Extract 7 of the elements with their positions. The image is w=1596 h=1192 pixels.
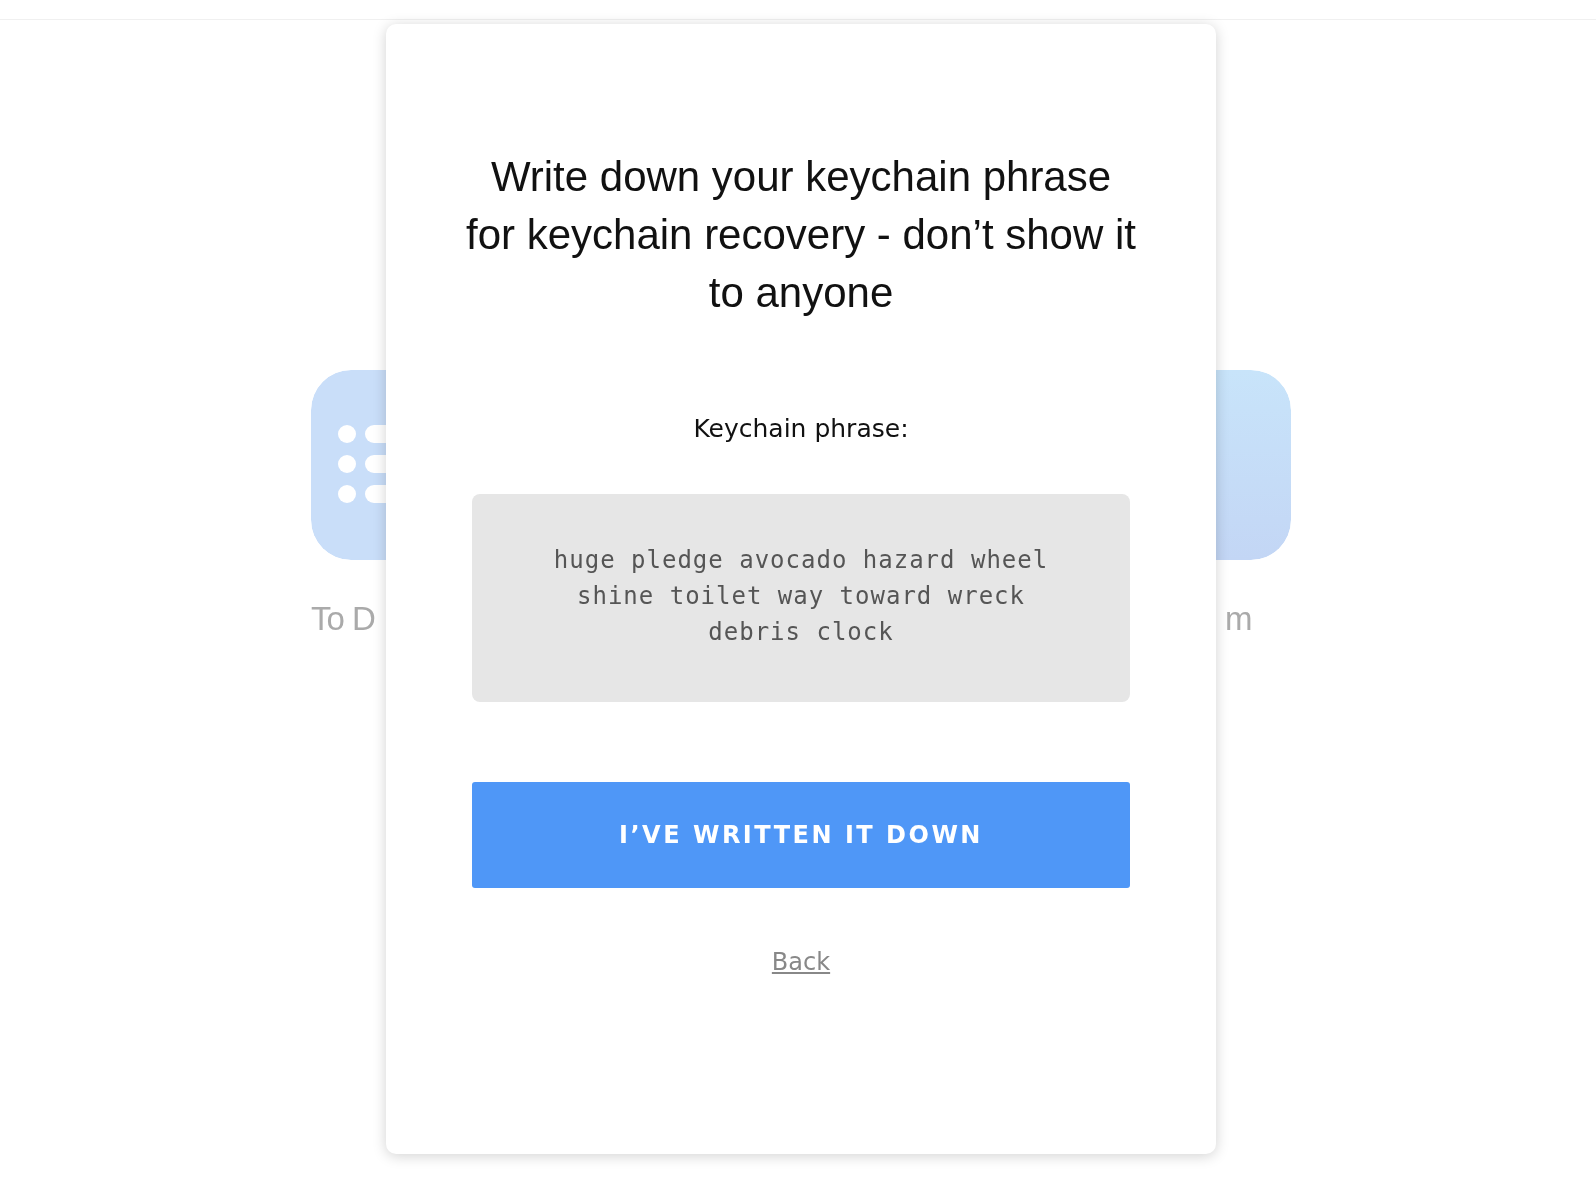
app-label: To D <box>311 602 376 635</box>
dialog-title: Write down your keychain phrase for keychain recovery - don’t show it to anyone <box>465 152 1137 318</box>
back-link[interactable]: Back <box>771 947 831 976</box>
phrase-text: huge pledge avocado hazard wheel shine toilet way toward wreck debris clock <box>552 544 1050 648</box>
phrase-label: Keychain phrase: <box>693 413 909 445</box>
app-label: m <box>1224 602 1253 635</box>
confirm-button[interactable]: I’VE WRITTEN IT DOWN <box>472 781 1130 888</box>
